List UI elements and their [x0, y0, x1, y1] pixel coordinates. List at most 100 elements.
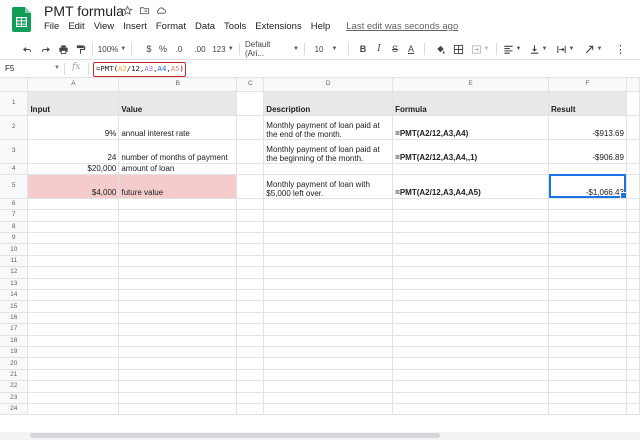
select-all-corner[interactable]	[0, 78, 29, 92]
row-header[interactable]: 5	[0, 174, 29, 199]
empty-cell[interactable]	[236, 392, 265, 404]
cell-a2[interactable]: 9%	[27, 115, 120, 140]
empty-cell[interactable]	[392, 346, 550, 359]
empty-cell[interactable]	[263, 243, 394, 256]
last-edit-link[interactable]: Last edit was seconds ago	[346, 21, 458, 32]
cell-g2[interactable]	[626, 115, 640, 140]
row-header[interactable]: 7	[0, 209, 29, 222]
empty-cell[interactable]	[236, 300, 265, 313]
name-box[interactable]: F5	[3, 62, 61, 76]
empty-cell[interactable]	[236, 243, 265, 256]
empty-cell[interactable]	[392, 255, 550, 268]
empty-cell[interactable]	[392, 403, 550, 416]
increase-decimal-button[interactable]: .00	[192, 42, 208, 56]
empty-cell[interactable]	[27, 380, 120, 393]
empty-cell[interactable]	[392, 266, 550, 279]
empty-cell[interactable]	[27, 369, 120, 382]
cloud-status-icon[interactable]	[156, 3, 167, 14]
row-header[interactable]: 1	[0, 91, 29, 116]
row-header[interactable]: 10	[0, 243, 29, 256]
empty-cell[interactable]	[263, 278, 394, 291]
empty-cell[interactable]	[548, 289, 627, 302]
column-header-f[interactable]: F	[548, 78, 627, 92]
empty-cell[interactable]	[548, 346, 627, 359]
cell-d1[interactable]: Description	[263, 91, 394, 116]
empty-cell[interactable]	[236, 266, 265, 279]
cell-b4[interactable]: amount of loan	[118, 163, 238, 175]
empty-cell[interactable]	[118, 209, 238, 222]
empty-cell[interactable]	[392, 323, 550, 336]
cell-e5[interactable]: =PMT(A2/12,A3,A4,A5)	[392, 174, 550, 199]
cell-f3[interactable]: -$906.89	[548, 139, 627, 164]
empty-cell[interactable]	[392, 312, 550, 325]
empty-cell[interactable]	[118, 289, 238, 302]
empty-cell[interactable]	[118, 232, 238, 245]
row-header[interactable]: 21	[0, 369, 29, 382]
row-header[interactable]: 14	[0, 289, 29, 302]
empty-cell[interactable]	[118, 278, 238, 291]
cell-c5[interactable]	[236, 174, 265, 199]
empty-cell[interactable]	[548, 209, 627, 222]
empty-cell[interactable]	[236, 323, 265, 336]
empty-cell[interactable]	[626, 266, 640, 279]
menu-view[interactable]: View	[94, 21, 114, 32]
vertical-align-icon[interactable]: ▼	[528, 42, 548, 56]
empty-cell[interactable]	[118, 266, 238, 279]
empty-cell[interactable]	[263, 255, 394, 268]
empty-cell[interactable]	[392, 209, 550, 222]
formula-input[interactable]: =PMT(A2/12,A3,A4,A5)	[93, 62, 186, 77]
folder-move-icon[interactable]	[139, 3, 150, 15]
scrollbar-thumb[interactable]	[30, 433, 440, 438]
menu-extensions[interactable]: Extensions	[255, 21, 301, 32]
cell-c2[interactable]	[236, 115, 265, 140]
decrease-decimal-button[interactable]: .0	[172, 42, 186, 56]
empty-cell[interactable]	[626, 357, 640, 370]
empty-cell[interactable]	[118, 255, 238, 268]
empty-cell[interactable]	[236, 312, 265, 325]
empty-cell[interactable]	[626, 232, 640, 245]
empty-cell[interactable]	[626, 289, 640, 302]
cell-b5[interactable]: future value	[118, 174, 238, 199]
empty-cell[interactable]	[27, 335, 120, 347]
cell-b2[interactable]: annual interest rate	[118, 115, 238, 140]
spreadsheet-grid[interactable]: A B C D E F 1 Input Value Description Fo…	[0, 78, 640, 432]
row-header[interactable]: 3	[0, 139, 29, 164]
empty-cell[interactable]	[626, 243, 640, 256]
empty-cell[interactable]	[118, 312, 238, 325]
empty-cell[interactable]	[263, 289, 394, 302]
empty-cell[interactable]	[118, 323, 238, 336]
empty-cell[interactable]	[263, 335, 394, 347]
cell-b3[interactable]: number of months of payment	[118, 139, 238, 164]
cell-e1[interactable]: Formula	[392, 91, 550, 116]
print-icon[interactable]	[56, 42, 70, 56]
empty-cell[interactable]	[626, 380, 640, 393]
empty-cell[interactable]	[626, 198, 640, 211]
empty-cell[interactable]	[27, 403, 120, 416]
horizontal-scrollbar[interactable]	[0, 432, 640, 440]
empty-cell[interactable]	[263, 312, 394, 325]
empty-cell[interactable]	[263, 323, 394, 336]
row-header[interactable]: 19	[0, 346, 29, 359]
merge-cells-icon[interactable]: ▼	[470, 42, 490, 56]
sheets-logo-icon[interactable]	[12, 7, 31, 32]
font-select[interactable]: Default (Ari... ▼	[245, 40, 299, 58]
cell-e2[interactable]: =PMT(A2/12,A3,A4)	[392, 115, 550, 140]
more-options-icon[interactable]: ⋮	[610, 42, 630, 56]
text-color-icon[interactable]: A	[406, 42, 416, 56]
empty-cell[interactable]	[548, 369, 627, 382]
empty-cell[interactable]	[27, 312, 120, 325]
empty-cell[interactable]	[118, 346, 238, 359]
empty-cell[interactable]	[263, 403, 394, 416]
empty-cell[interactable]	[548, 312, 627, 325]
empty-cell[interactable]	[236, 255, 265, 268]
row-header[interactable]: 2	[0, 115, 29, 140]
cell-c1[interactable]	[236, 91, 265, 116]
empty-cell[interactable]	[236, 232, 265, 245]
empty-cell[interactable]	[118, 221, 238, 234]
empty-cell[interactable]	[236, 380, 265, 393]
empty-cell[interactable]	[118, 380, 238, 393]
empty-cell[interactable]	[392, 221, 550, 234]
font-size-select[interactable]: 10 ▼	[312, 42, 340, 56]
italic-icon[interactable]: I	[374, 42, 384, 56]
empty-cell[interactable]	[626, 403, 640, 416]
